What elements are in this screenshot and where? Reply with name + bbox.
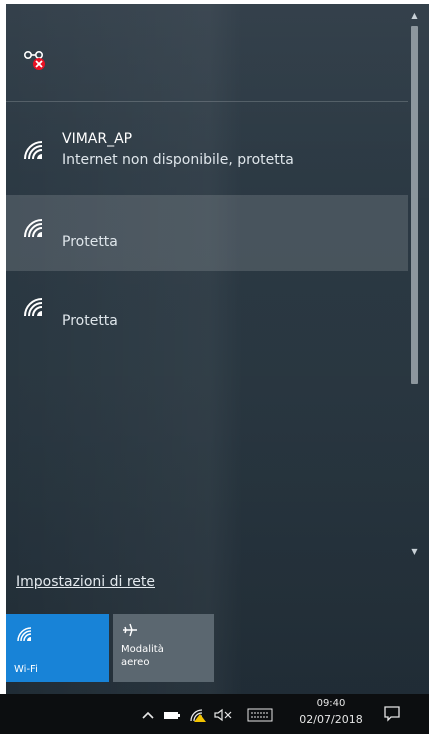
wifi-toggle-tile[interactable]: Wi-Fi (6, 614, 109, 682)
wifi-signal-icon (24, 141, 43, 160)
volume-muted-icon[interactable] (214, 708, 232, 722)
network-flyout: VIMAR_AP Internet non disponibile, prote… (6, 4, 429, 694)
clock-time[interactable]: 09:40 (300, 698, 362, 709)
clock-date[interactable]: 02/07/2018 (298, 713, 364, 726)
network-list-scrollbar[interactable]: ▲ ▼ (409, 10, 420, 560)
network-status: Protetta (62, 234, 118, 250)
airplane-mode-tile[interactable]: Modalità aereo (113, 614, 214, 682)
scroll-up-arrow-icon[interactable]: ▲ (409, 10, 420, 22)
scroll-thumb[interactable] (411, 26, 418, 384)
battery-icon[interactable] (163, 708, 181, 722)
network-ssid: VIMAR_AP (62, 131, 133, 147)
airplane-icon (123, 623, 137, 637)
network-item-3[interactable]: Protetta (6, 274, 408, 350)
wifi-icon (17, 627, 32, 642)
network-status: Internet non disponibile, protetta (62, 152, 294, 168)
divider (6, 101, 408, 102)
scroll-down-arrow-icon[interactable]: ▼ (409, 546, 420, 558)
network-status: Protetta (62, 313, 118, 329)
network-item-2[interactable]: Protetta (6, 195, 408, 271)
keyboard-icon[interactable] (247, 708, 273, 722)
network-disconnected-icon (23, 50, 45, 70)
wifi-signal-icon (24, 298, 43, 317)
wifi-warning-icon[interactable] (189, 708, 207, 722)
airplane-tile-label-line2: aereo (121, 657, 150, 668)
taskbar: 09:40 02/07/2018 (0, 694, 429, 734)
network-item-vimar-ap[interactable]: VIMAR_AP Internet non disponibile, prote… (6, 117, 408, 193)
wifi-tile-label: Wi-Fi (14, 664, 38, 675)
airplane-tile-label-line1: Modalità (121, 644, 164, 655)
wifi-signal-icon (24, 219, 43, 238)
network-settings-link[interactable]: Impostazioni di rete (16, 574, 155, 590)
action-center-icon[interactable] (383, 705, 401, 723)
chevron-up-icon[interactable] (141, 708, 155, 722)
